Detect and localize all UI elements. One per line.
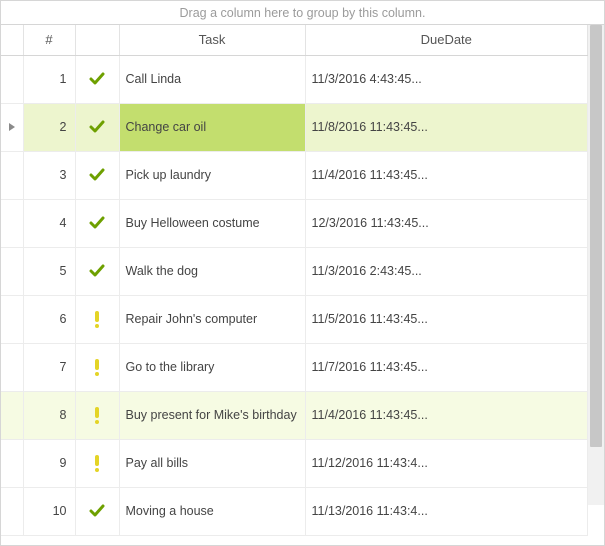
cell-number[interactable]: 8 (23, 391, 75, 439)
cell-duedate[interactable]: 11/7/2016 11:43:45... (305, 343, 588, 391)
check-icon (76, 263, 119, 279)
row-indicator (1, 487, 23, 535)
table-row[interactable]: 7 Go to the library11/7/2016 11:43:45... (1, 343, 588, 391)
vertical-scrollbar[interactable] (588, 25, 604, 545)
cell-duedate[interactable]: 11/12/2016 11:43:4... (305, 439, 588, 487)
cell-number[interactable]: 1 (23, 55, 75, 103)
table-row[interactable]: 1 Call Linda11/3/2016 4:43:45... (1, 55, 588, 103)
cell-task[interactable]: Moving a house (119, 487, 305, 535)
check-icon (76, 167, 119, 183)
cell-status[interactable] (75, 247, 119, 295)
row-indicator (1, 439, 23, 487)
cell-task[interactable]: Call Linda (119, 55, 305, 103)
cell-task[interactable]: Go to the library (119, 343, 305, 391)
cell-task[interactable]: Pay all bills (119, 439, 305, 487)
row-indicator (1, 343, 23, 391)
header-indicator[interactable] (1, 25, 23, 55)
cell-number[interactable]: 2 (23, 103, 75, 151)
cell-duedate[interactable]: 11/8/2016 11:43:45... (305, 103, 588, 151)
exclamation-icon (76, 358, 119, 376)
row-indicator (1, 391, 23, 439)
cell-number[interactable]: 3 (23, 151, 75, 199)
header-row: # Task DueDate (1, 25, 588, 55)
cell-task[interactable]: Pick up laundry (119, 151, 305, 199)
scrollbar-track[interactable] (588, 25, 604, 505)
cell-task[interactable]: Buy present for Mike's birthday (119, 391, 305, 439)
cell-status[interactable] (75, 103, 119, 151)
cell-status[interactable] (75, 199, 119, 247)
cell-status[interactable] (75, 151, 119, 199)
header-status[interactable] (75, 25, 119, 55)
cell-number[interactable]: 6 (23, 295, 75, 343)
scrollbar-thumb[interactable] (590, 25, 602, 447)
row-indicator (1, 295, 23, 343)
exclamation-icon (76, 406, 119, 424)
row-indicator (1, 151, 23, 199)
grid-scroll-view: # Task DueDate 1 Call Linda11/3/2016 4:43… (1, 25, 588, 545)
cell-status[interactable] (75, 343, 119, 391)
check-icon (76, 71, 119, 87)
cell-duedate[interactable]: 11/5/2016 11:43:45... (305, 295, 588, 343)
header-duedate[interactable]: DueDate (305, 25, 588, 55)
cell-status[interactable] (75, 295, 119, 343)
cell-task[interactable]: Change car oil (119, 103, 305, 151)
cell-duedate[interactable]: 11/13/2016 11:43:4... (305, 487, 588, 535)
cell-number[interactable]: 9 (23, 439, 75, 487)
grid-content: # Task DueDate 1 Call Linda11/3/2016 4:43… (1, 25, 604, 545)
cell-status[interactable] (75, 391, 119, 439)
cell-number[interactable]: 7 (23, 343, 75, 391)
cell-number[interactable]: 4 (23, 199, 75, 247)
cell-status[interactable] (75, 55, 119, 103)
cell-duedate[interactable]: 11/4/2016 11:43:45... (305, 391, 588, 439)
row-indicator (1, 247, 23, 295)
scrollbar-gap (588, 505, 604, 545)
cell-duedate[interactable]: 11/3/2016 2:43:45... (305, 247, 588, 295)
cell-task[interactable]: Walk the dog (119, 247, 305, 295)
cell-number[interactable]: 5 (23, 247, 75, 295)
cell-duedate[interactable]: 11/3/2016 4:43:45... (305, 55, 588, 103)
table-row[interactable]: 8 Buy present for Mike's birthday11/4/201… (1, 391, 588, 439)
table-row[interactable]: 6 Repair John's computer11/5/2016 11:43:4… (1, 295, 588, 343)
cell-status[interactable] (75, 487, 119, 535)
cell-duedate[interactable]: 12/3/2016 11:43:45... (305, 199, 588, 247)
header-task[interactable]: Task (119, 25, 305, 55)
table-row[interactable]: 3 Pick up laundry11/4/2016 11:43:45... (1, 151, 588, 199)
table-row[interactable]: 2 Change car oil11/8/2016 11:43:45... (1, 103, 588, 151)
table-row[interactable]: 10 Moving a house11/13/2016 11:43:4... (1, 487, 588, 535)
row-indicator (1, 103, 23, 151)
cell-task[interactable]: Repair John's computer (119, 295, 305, 343)
data-grid: Drag a column here to group by this colu… (0, 0, 605, 546)
check-icon (76, 503, 119, 519)
cell-duedate[interactable]: 11/4/2016 11:43:45... (305, 151, 588, 199)
group-by-panel[interactable]: Drag a column here to group by this colu… (1, 1, 604, 25)
check-icon (76, 119, 119, 135)
exclamation-icon (76, 310, 119, 328)
row-indicator-arrow-icon (1, 122, 23, 132)
cell-status[interactable] (75, 439, 119, 487)
table-row[interactable]: 9 Pay all bills11/12/2016 11:43:4... (1, 439, 588, 487)
table-row[interactable]: 5 Walk the dog11/3/2016 2:43:45... (1, 247, 588, 295)
table-row[interactable]: 4 Buy Helloween costume12/3/2016 11:43:45… (1, 199, 588, 247)
row-indicator (1, 199, 23, 247)
row-indicator (1, 55, 23, 103)
check-icon (76, 215, 119, 231)
header-number[interactable]: # (23, 25, 75, 55)
cell-number[interactable]: 10 (23, 487, 75, 535)
exclamation-icon (76, 454, 119, 472)
cell-task[interactable]: Buy Helloween costume (119, 199, 305, 247)
grid-table: # Task DueDate 1 Call Linda11/3/2016 4:43… (1, 25, 588, 536)
